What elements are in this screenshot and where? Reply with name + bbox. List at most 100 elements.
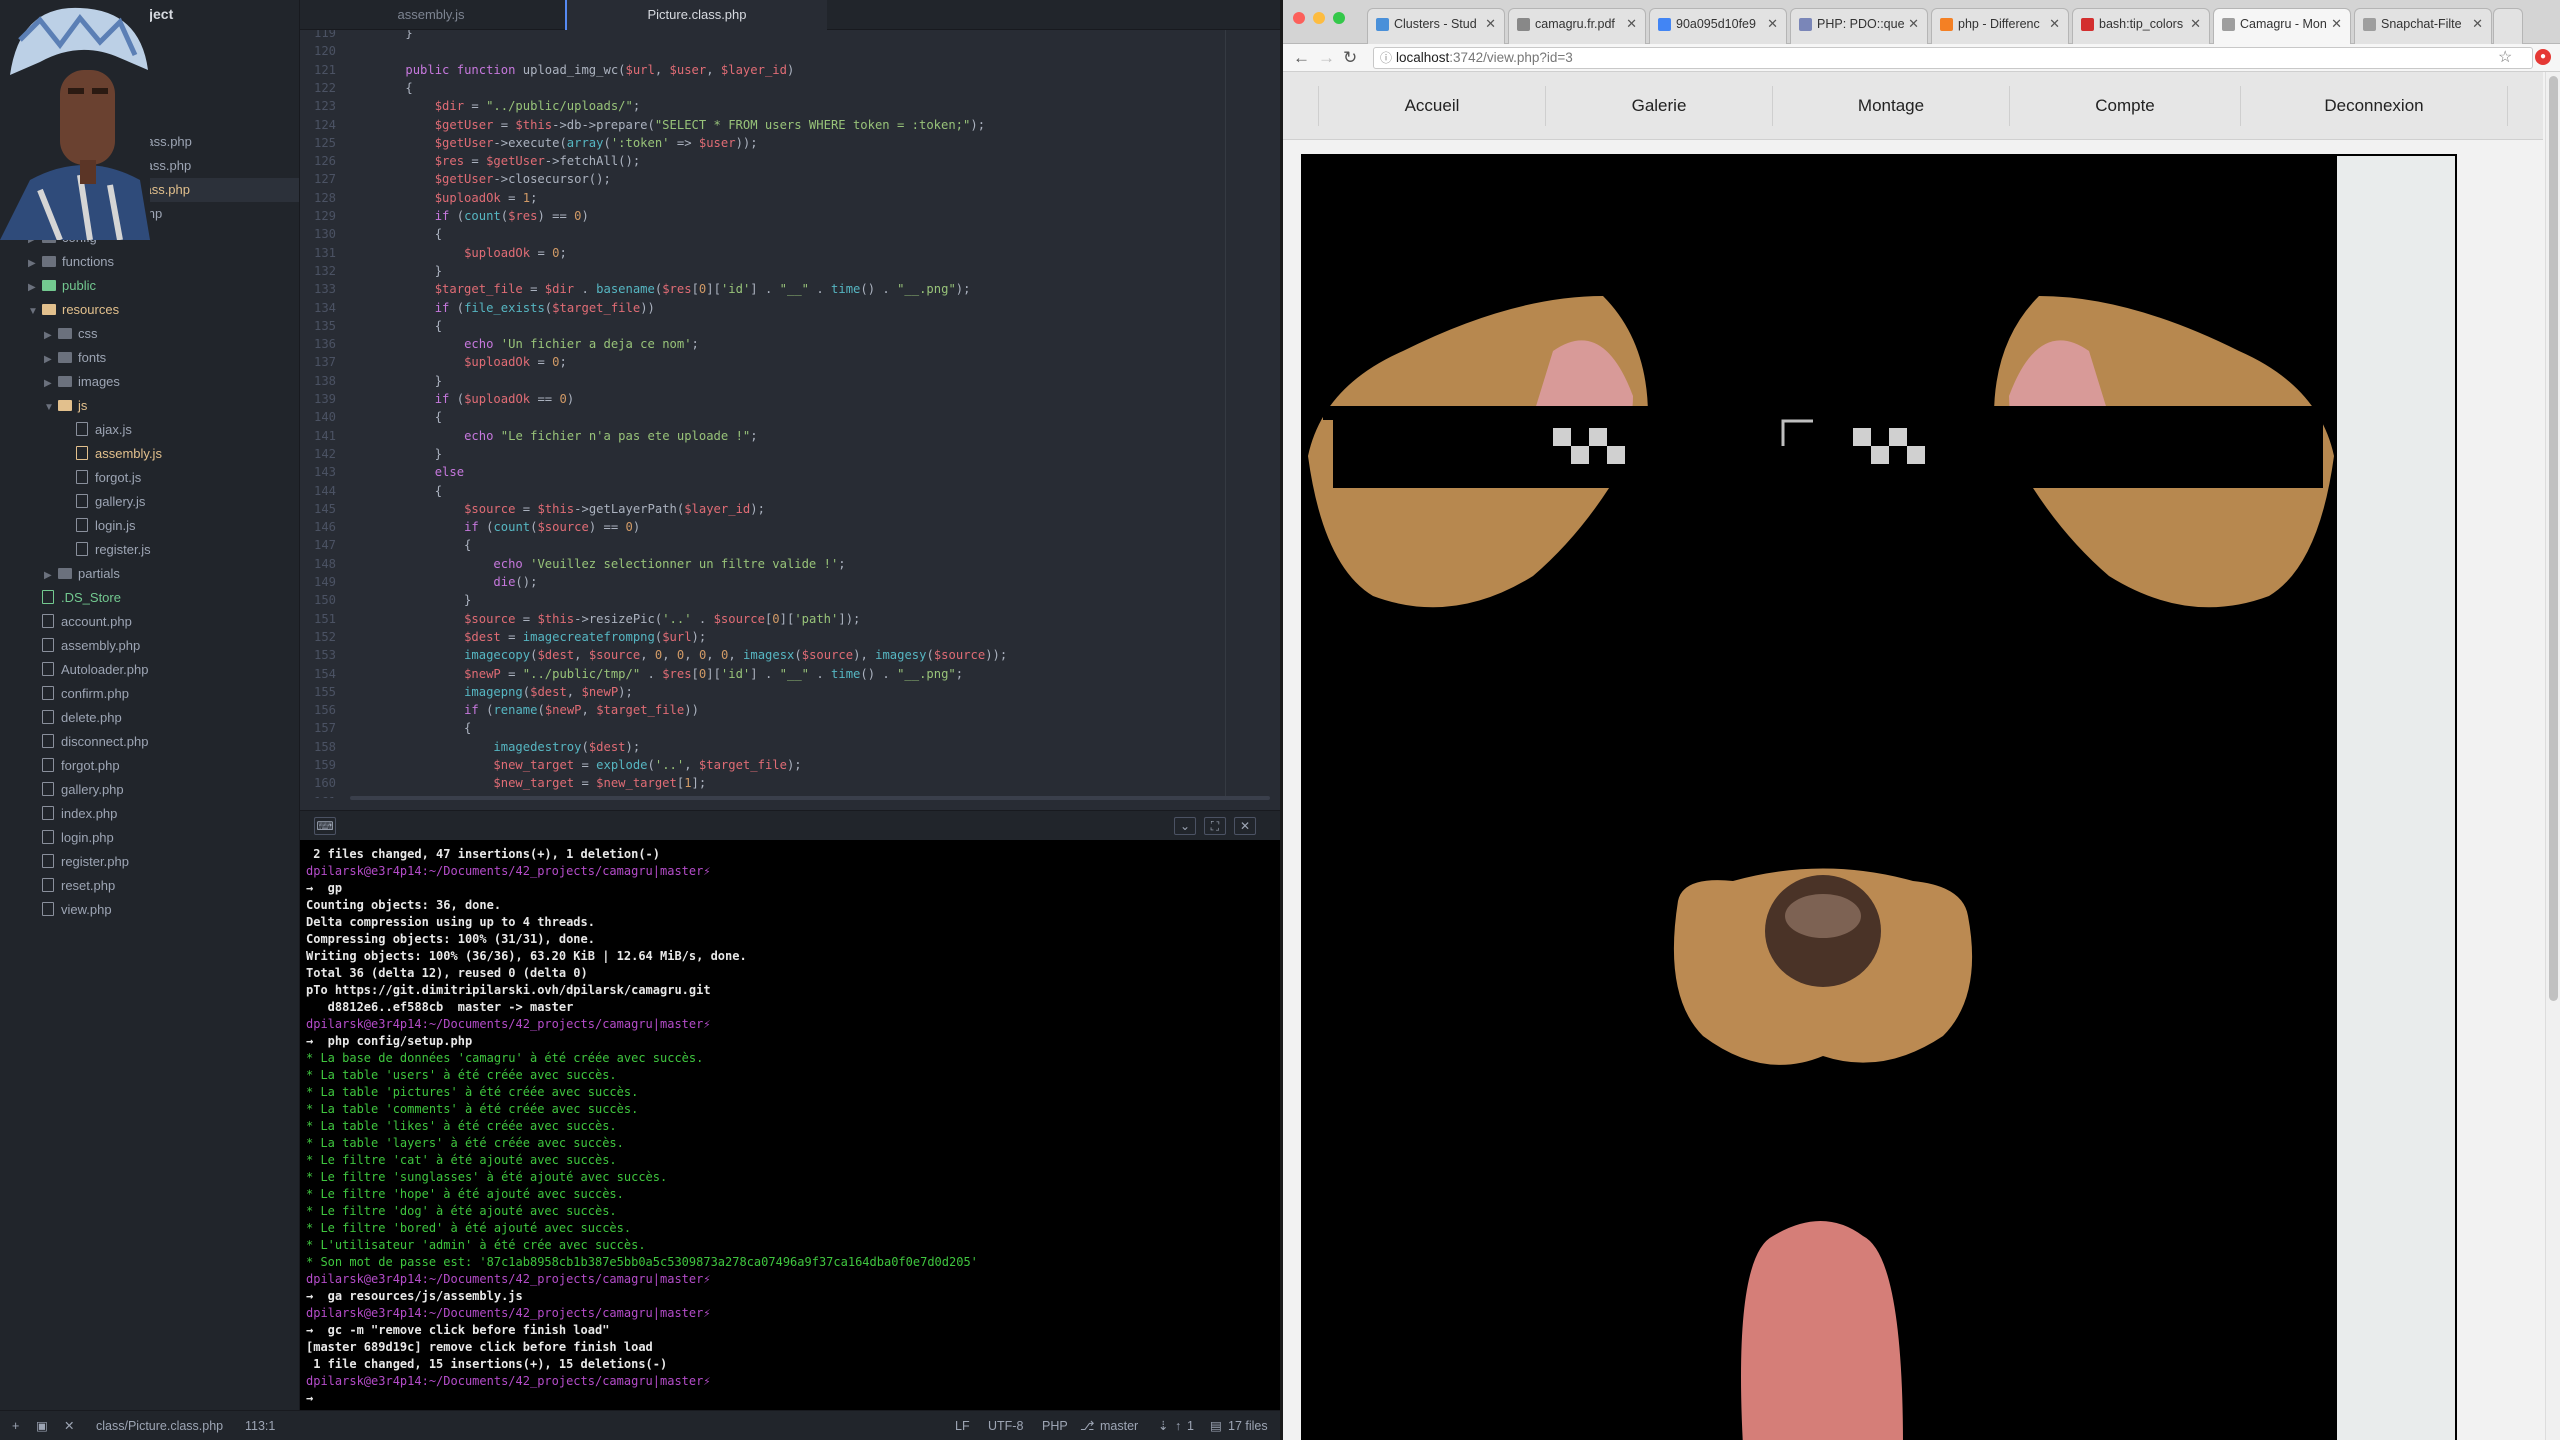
reload-icon[interactable]: ↻ [1343, 47, 1357, 69]
code-line[interactable]: 150 } [300, 591, 1280, 609]
code-line[interactable]: 125 $getUser->execute(array(':token' => … [300, 134, 1280, 152]
code-line[interactable]: 126 $res = $getUser->fetchAll(); [300, 152, 1280, 170]
tree-item[interactable]: disconnect.php [28, 730, 148, 754]
code-area[interactable]: 119 } 120 121 public function upload_img_w… [300, 30, 1280, 798]
chevron-right-icon[interactable]: ▶ [44, 348, 58, 372]
browser-tab[interactable]: Clusters - Stud ✕ [1367, 8, 1505, 44]
code-line[interactable]: 123 $dir = "../public/uploads/"; [300, 97, 1280, 115]
code-line[interactable]: 154 $newP = "../public/tmp/" . $res[0]['… [300, 665, 1280, 683]
tree-item[interactable]: forgot.php [28, 754, 120, 778]
code-line[interactable]: 121 public function upload_img_wc($url, … [300, 61, 1280, 79]
fetch-icon[interactable]: ⇣ [1158, 1411, 1168, 1440]
status-line-ending[interactable]: LF [955, 1411, 970, 1440]
tree-item[interactable]: ▼ resources [28, 298, 119, 322]
close-icon[interactable]: ✕ [1234, 817, 1256, 835]
chevron-down-icon[interactable]: ▼ [44, 396, 58, 420]
code-line[interactable]: 120 [300, 42, 1280, 60]
close-window-button[interactable] [1293, 12, 1305, 24]
code-line[interactable]: 159 $new_target = explode('..', $target_… [300, 756, 1280, 774]
code-line[interactable]: 124 $getUser = $this->db->prepare("SELEC… [300, 116, 1280, 134]
tree-item[interactable]: delete.php [28, 706, 122, 730]
code-line[interactable]: 139 if ($uploadOk == 0) [300, 390, 1280, 408]
tab-picture-class-php[interactable]: Picture.class.php [565, 0, 827, 30]
status-file-count[interactable]: 17 files [1228, 1411, 1268, 1440]
code-line[interactable]: 152 $dest = imagecreatefrompng($url); [300, 628, 1280, 646]
close-tab-icon[interactable]: ✕ [2049, 9, 2060, 39]
code-line[interactable]: 137 $uploadOk = 0; [300, 353, 1280, 371]
code-line[interactable]: 148 echo 'Veuillez selectionner un filtr… [300, 555, 1280, 573]
close-icon[interactable]: ✕ [64, 1411, 74, 1440]
chevron-down-icon[interactable]: ▼ [28, 300, 42, 324]
terminal-icon[interactable]: ⌨ [314, 817, 336, 835]
chevron-right-icon[interactable]: ▶ [44, 564, 58, 588]
code-line[interactable]: 143 else [300, 463, 1280, 481]
code-line[interactable]: 153 imagecopy($dest, $source, 0, 0, 0, 0… [300, 646, 1280, 664]
code-line[interactable]: 141 echo "Le fichier n'a pas ete uploade… [300, 427, 1280, 445]
page-scrollbar-thumb[interactable] [2549, 76, 2558, 1001]
back-icon[interactable]: ← [1293, 47, 1310, 69]
code-line[interactable]: 140 { [300, 408, 1280, 426]
code-line[interactable]: 146 if (count($source) == 0) [300, 518, 1280, 536]
tree-item[interactable]: ajax.js [62, 418, 132, 442]
code-line[interactable]: 131 $uploadOk = 0; [300, 244, 1280, 262]
nav-accueil[interactable]: Accueil [1318, 86, 1545, 126]
chevron-down-icon[interactable]: ⌄ [1174, 817, 1196, 835]
nav-galerie[interactable]: Galerie [1545, 86, 1772, 126]
close-tab-icon[interactable]: ✕ [2331, 9, 2342, 39]
browser-tab[interactable]: PHP: PDO::que ✕ [1790, 8, 1928, 44]
tree-item[interactable]: ▶ fonts [44, 346, 106, 370]
code-line[interactable]: 142 } [300, 445, 1280, 463]
code-line[interactable]: 156 if (rename($newP, $target_file)) [300, 701, 1280, 719]
browser-tab[interactable]: bash:tip_colors ✕ [2072, 8, 2210, 44]
code-line[interactable]: 134 if (file_exists($target_file)) [300, 299, 1280, 317]
tree-item[interactable]: register.js [62, 538, 151, 562]
horizontal-scrollbar[interactable] [350, 796, 1270, 800]
nav-montage[interactable]: Montage [1772, 86, 2009, 126]
terminal-toggle-icon[interactable]: ▣ [36, 1411, 48, 1440]
browser-tab[interactable]: Camagru - Mon ✕ [2213, 8, 2351, 45]
code-line[interactable]: 122 { [300, 79, 1280, 97]
tree-item[interactable]: Autoloader.php [28, 658, 148, 682]
tab-assembly-js[interactable]: assembly.js [300, 0, 562, 30]
close-tab-icon[interactable]: ✕ [1485, 9, 1496, 39]
extension-icon[interactable]: ● [2535, 49, 2551, 65]
code-line[interactable]: 136 echo 'Un fichier a deja ce nom'; [300, 335, 1280, 353]
info-icon[interactable]: ⓘ [1380, 48, 1392, 68]
terminal[interactable]: 2 files changed, 47 insertions(+), 1 del… [300, 840, 1280, 1412]
code-line[interactable]: 149 die(); [300, 573, 1280, 591]
chevron-right-icon[interactable]: ▶ [28, 252, 42, 276]
tree-item[interactable]: assembly.js [62, 442, 162, 466]
tree-item[interactable]: account.php [28, 610, 132, 634]
nav-compte[interactable]: Compte [2009, 86, 2240, 126]
status-cursor-position[interactable]: 113:1 [245, 1411, 275, 1440]
bookmark-star-icon[interactable]: ☆ [2498, 47, 2512, 67]
page-scrollbar[interactable] [2545, 72, 2560, 1440]
tree-item[interactable]: ▼ js [44, 394, 87, 418]
code-line[interactable]: 132 } [300, 262, 1280, 280]
add-icon[interactable]: + [12, 1411, 19, 1440]
tree-item[interactable]: view.php [28, 898, 112, 922]
tree-item[interactable]: login.php [28, 826, 114, 850]
code-line[interactable]: 129 if (count($res) == 0) [300, 207, 1280, 225]
code-line[interactable]: 128 $uploadOk = 1; [300, 189, 1280, 207]
tree-item[interactable]: login.js [62, 514, 135, 538]
status-grammar[interactable]: PHP [1042, 1411, 1068, 1440]
tree-item[interactable]: reset.php [28, 874, 115, 898]
browser-tab[interactable]: Snapchat-Filte ✕ [2354, 8, 2492, 44]
tree-item[interactable]: ▶ images [44, 370, 120, 394]
close-tab-icon[interactable]: ✕ [2190, 9, 2201, 39]
tree-item[interactable]: ▶ css [44, 322, 98, 346]
browser-tab[interactable]: 90a095d10fe9 ✕ [1649, 8, 1787, 44]
tree-item[interactable]: .DS_Store [28, 586, 121, 610]
code-line[interactable]: 130 { [300, 225, 1280, 243]
new-tab-button[interactable] [2493, 8, 2523, 44]
browser-tab[interactable]: php - Differenc ✕ [1931, 8, 2069, 44]
tree-item[interactable]: forgot.js [62, 466, 141, 490]
tree-item[interactable]: ▶ partials [44, 562, 120, 586]
address-bar[interactable]: ⓘ localhost:3742/view.php?id=3 [1373, 47, 2533, 69]
chevron-right-icon[interactable]: ▶ [28, 276, 42, 300]
tree-item[interactable]: assembly.php [28, 634, 140, 658]
code-line[interactable]: 138 } [300, 372, 1280, 390]
maximize-icon[interactable]: ⛶ [1204, 817, 1226, 835]
nav-deconnexion[interactable]: Deconnexion [2240, 86, 2508, 126]
